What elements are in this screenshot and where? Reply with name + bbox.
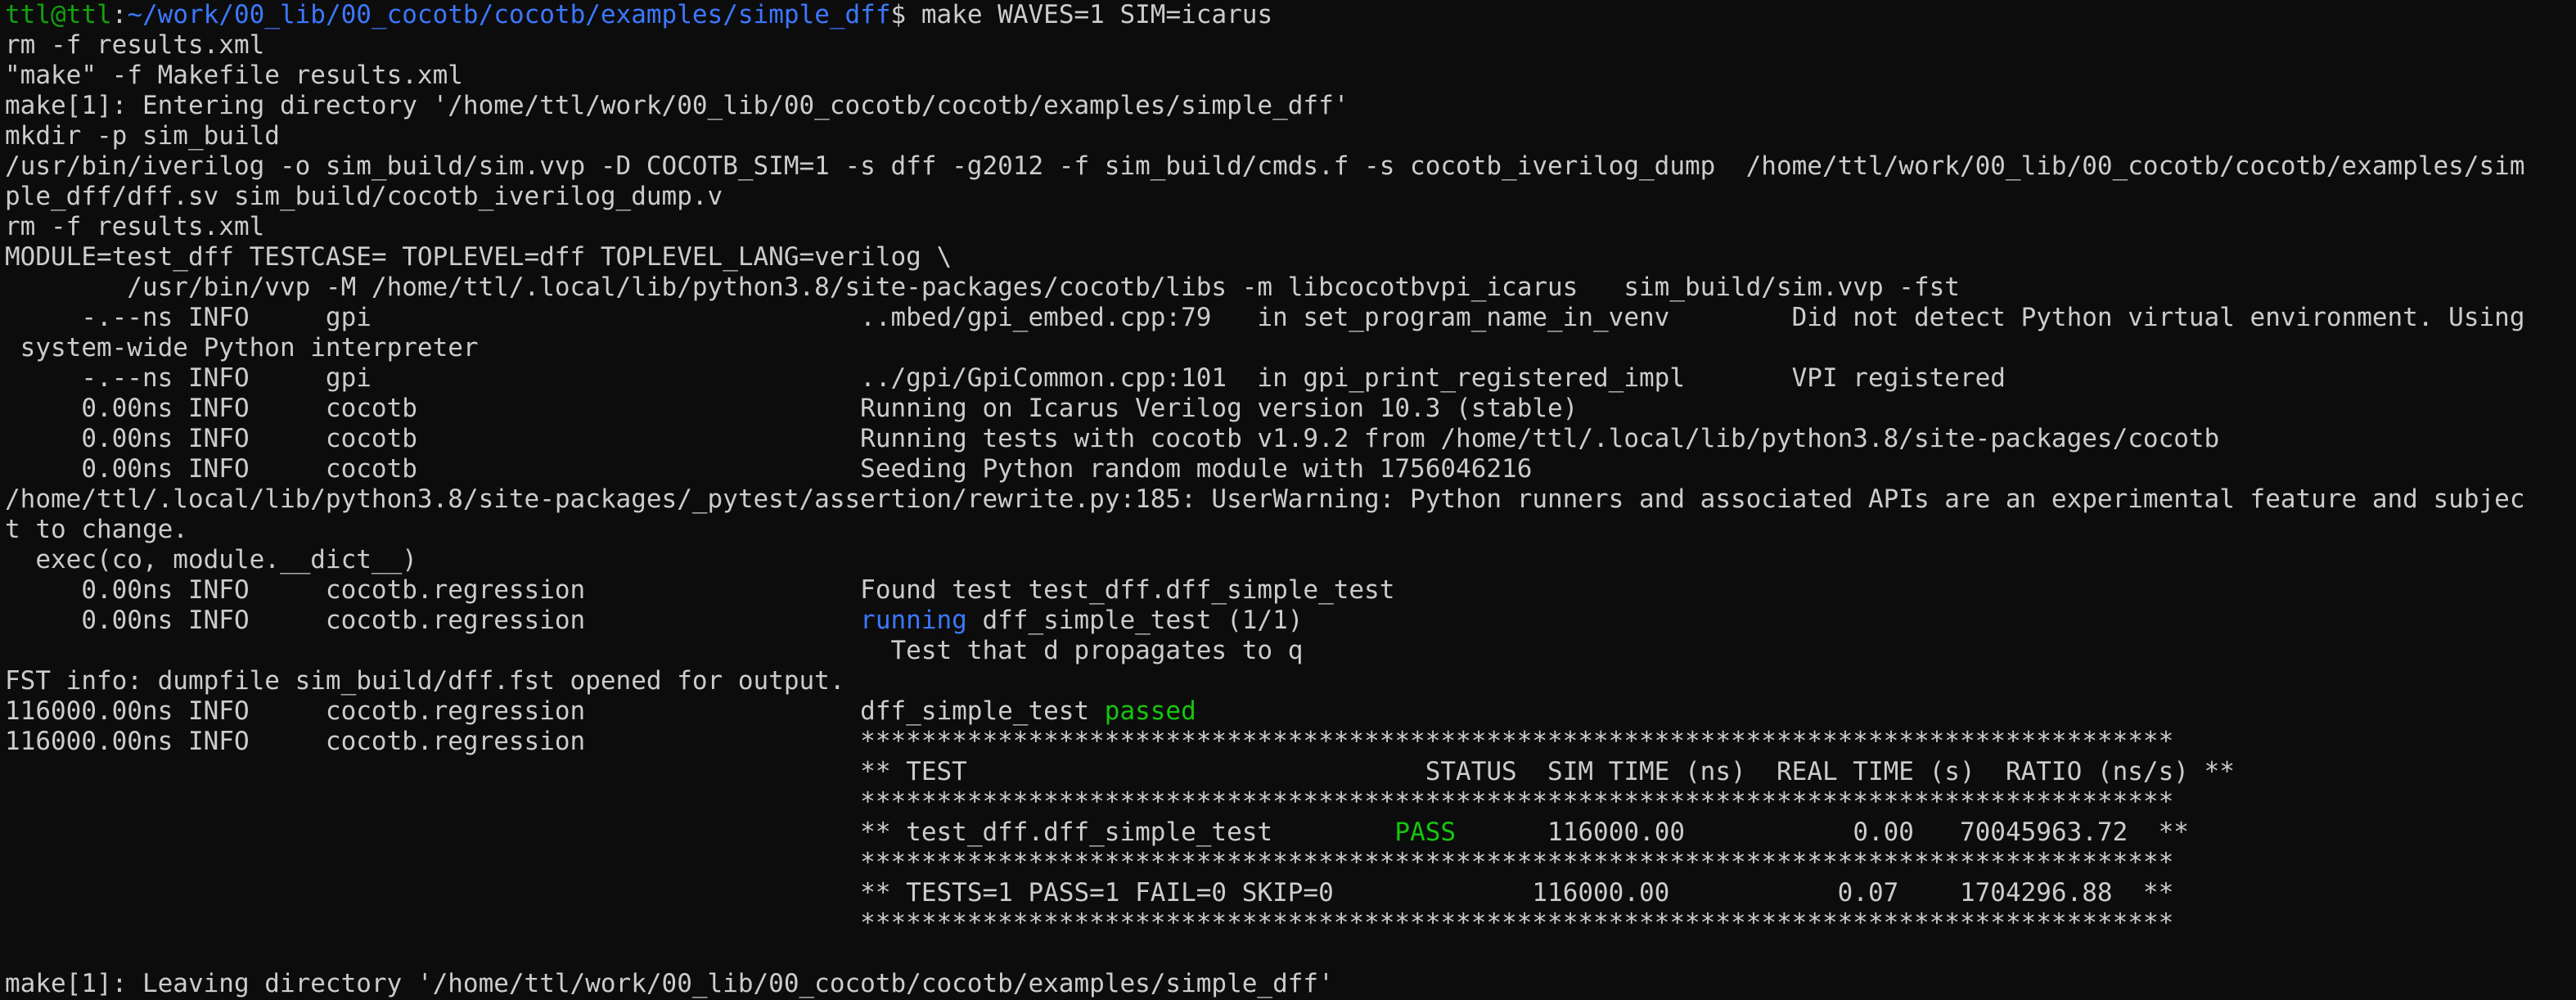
output-line: -.--ns INFO gpi ..mbed/gpi_embed.cpp:79 … xyxy=(5,303,2525,332)
output-line: Test that d propagates to q xyxy=(5,636,1304,665)
output-line: 0.00ns INFO cocotb.regression Found test… xyxy=(5,575,1395,605)
output-line: make[1]: Entering directory '/home/ttl/w… xyxy=(5,91,1349,120)
summary-first-line: 116000.00ns INFO cocotb.regression *****… xyxy=(5,727,2174,756)
prompt-user-host: ttl@ttl xyxy=(5,0,112,29)
passed-keyword: passed xyxy=(1104,696,1196,726)
prompt-line: ttl@ttl:~/work/00_lib/00_cocotb/cocotb/e… xyxy=(5,0,2576,30)
summary-totals-text: ** TESTS=1 PASS=1 FAIL=0 SKIP=0 116000.0… xyxy=(860,878,2174,908)
summary-indent xyxy=(5,908,860,938)
summary-indent xyxy=(5,818,860,847)
output-line: "make" -f Makefile results.xml xyxy=(5,61,463,90)
output-line: /usr/bin/vvp -M /home/ttl/.local/lib/pyt… xyxy=(5,273,1960,302)
output-line: FST info: dumpfile sim_build/dff.fst ope… xyxy=(5,666,845,696)
summary-indent xyxy=(5,878,860,908)
output-line: -.--ns INFO gpi ../gpi/GpiCommon.cpp:101… xyxy=(5,363,2006,393)
prompt-path: ~/work/00_lib/00_cocotb/cocotb/examples/… xyxy=(127,0,891,29)
summary-stars: ****************************************… xyxy=(860,908,2174,938)
output-line: /usr/bin/iverilog -o sim_build/sim.vvp -… xyxy=(5,151,2525,181)
output-line: 0.00ns INFO cocotb Running tests with co… xyxy=(5,424,2220,453)
passed-prefix: 116000.00ns INFO cocotb.regression dff_s… xyxy=(5,696,1105,726)
output-line: 0.00ns INFO cocotb Running on Icarus Ver… xyxy=(5,394,1578,423)
running-prefix: 0.00ns INFO cocotb.regression xyxy=(5,606,861,635)
summary-header-line: ** TEST STATUS SIM TIME (ns) REAL TIME (… xyxy=(5,757,2576,787)
summary-row-prefix: ** test_dff.dff_simple_test xyxy=(860,818,1395,847)
summary-header: ** TEST STATUS SIM TIME (ns) REAL TIME (… xyxy=(860,757,2235,786)
running-line: 0.00ns INFO cocotb.regression running df… xyxy=(5,606,2576,636)
output-line: /home/ttl/.local/lib/python3.8/site-pack… xyxy=(5,484,2525,514)
summary-divider: ****************************************… xyxy=(5,787,2576,818)
summary-row-status: PASS xyxy=(1394,818,1457,847)
summary-indent xyxy=(5,848,860,877)
output-line: rm -f results.xml xyxy=(5,30,265,60)
output-line: exec(co, module.__dict__) xyxy=(5,545,417,574)
output-line: mkdir -p sim_build xyxy=(5,121,280,151)
terminal-window[interactable]: ttl@ttl:~/work/00_lib/00_cocotb/cocotb/e… xyxy=(0,0,2576,1000)
leaving-line: make[1]: Leaving directory '/home/ttl/wo… xyxy=(5,969,1334,998)
prompt-symbol: $ xyxy=(890,0,907,29)
summary-indent xyxy=(5,757,860,786)
summary-stars: ****************************************… xyxy=(860,848,2174,877)
output-line: t to change. xyxy=(5,515,188,544)
prompt-command: make WAVES=1 SIM=icarus xyxy=(906,0,1273,29)
summary-row: ** test_dff.dff_simple_test PASS 116000.… xyxy=(5,818,2576,848)
passed-line: 116000.00ns INFO cocotb.regression dff_s… xyxy=(5,696,2576,727)
running-keyword: running xyxy=(860,606,967,635)
output-line: system-wide Python interpreter xyxy=(5,333,479,363)
output-line: 0.00ns INFO cocotb Seeding Python random… xyxy=(5,454,1533,484)
output-line: ple_dff/dff.sv sim_build/cocotb_iverilog… xyxy=(5,182,723,211)
prompt-separator: : xyxy=(111,0,128,29)
output-line: MODULE=test_dff TESTCASE= TOPLEVEL=dff T… xyxy=(5,242,952,272)
summary-divider: ****************************************… xyxy=(5,908,2576,939)
summary-divider: ****************************************… xyxy=(5,848,2576,878)
summary-row-suffix: 116000.00 0.00 70045963.72 ** xyxy=(1456,818,2189,847)
summary-stars: ****************************************… xyxy=(860,787,2174,817)
summary-totals: ** TESTS=1 PASS=1 FAIL=0 SKIP=0 116000.0… xyxy=(5,878,2576,908)
summary-indent xyxy=(5,787,860,817)
running-suffix: dff_simple_test (1/1) xyxy=(966,606,1304,635)
output-line: rm -f results.xml xyxy=(5,212,265,241)
